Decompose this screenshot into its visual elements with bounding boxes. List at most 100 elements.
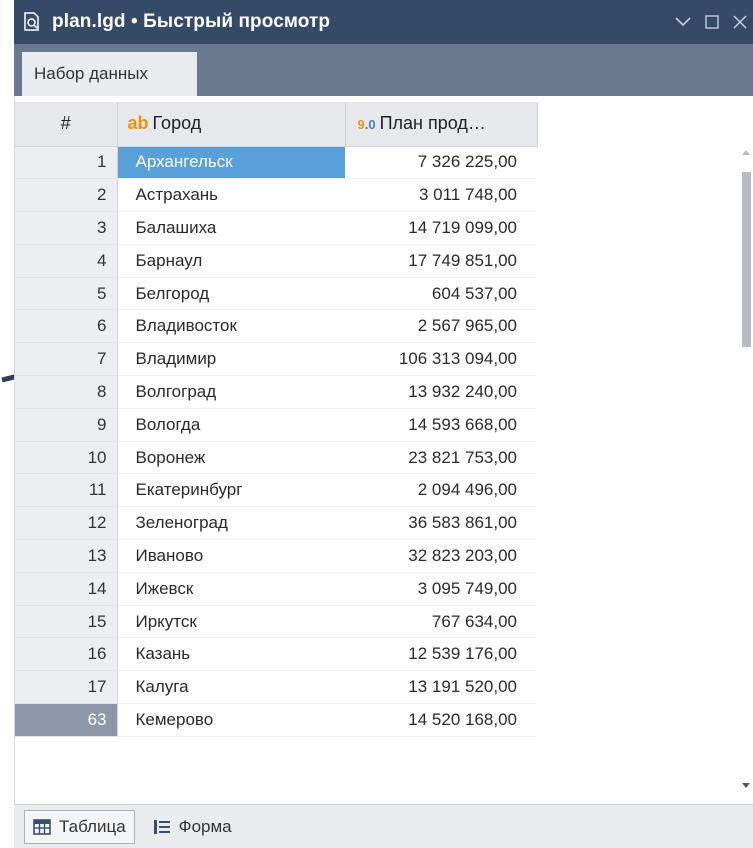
tab-table-view[interactable]: Таблица [24, 809, 135, 844]
table-row[interactable]: 13 Иваново 32 823 203,00 [15, 539, 537, 573]
window-titlebar: plan.lgd • Быстрый просмотр [14, 0, 753, 44]
column-header-index[interactable]: # [15, 102, 118, 147]
row-index-cell[interactable]: 13 [15, 539, 118, 573]
row-index-cell[interactable]: 17 [15, 670, 118, 705]
plan-cell[interactable]: 106 313 094,00 [345, 342, 537, 377]
row-index-cell[interactable]: 10 [15, 441, 118, 475]
chevron-down-icon[interactable] [675, 17, 691, 27]
plan-cell[interactable]: 2 567 965,00 [345, 309, 537, 344]
city-cell[interactable]: Екатеринбург [117, 473, 345, 508]
city-cell[interactable]: Владивосток [117, 309, 345, 344]
city-cell[interactable]: Воронеж [117, 441, 345, 475]
table-row[interactable]: 9 Вологда 14 593 668,00 [15, 408, 537, 442]
plan-cell[interactable]: 7 326 225,00 [345, 146, 537, 180]
city-cell[interactable]: Архангельск [117, 146, 345, 180]
table-row[interactable]: 10 Воронеж 23 821 753,00 [15, 441, 537, 475]
table-row[interactable]: 2 Астрахань 3 011 748,00 [15, 178, 537, 213]
scroll-down-icon[interactable] [742, 783, 750, 788]
city-cell[interactable]: Астрахань [117, 178, 345, 213]
plan-cell[interactable]: 12 539 176,00 [345, 637, 537, 672]
plan-cell[interactable]: 14 593 668,00 [345, 408, 537, 442]
city-cell[interactable]: Волгоград [117, 375, 345, 409]
tab-dataset[interactable]: Набор данных [22, 50, 197, 96]
data-table: # ab Город 9.0 План прод… 1 Архангельск 7 32… [15, 102, 538, 737]
city-cell[interactable]: Ижевск [117, 572, 345, 606]
vertical-scrollbar[interactable] [739, 142, 753, 792]
quick-view-icon [24, 12, 39, 31]
row-index-cell[interactable]: 4 [15, 244, 118, 278]
plan-cell[interactable]: 32 823 203,00 [345, 539, 537, 573]
row-index-cell[interactable]: 12 [15, 506, 118, 541]
column-header-plan[interactable]: 9.0 План прод… [345, 102, 538, 147]
plan-cell[interactable]: 14 520 168,00 [345, 703, 537, 737]
table-row[interactable]: 5 Белгород 604 537,00 [15, 277, 537, 311]
table-row[interactable]: 6 Владивосток 2 567 965,00 [15, 309, 537, 344]
tab-form-view-label: Форма [178, 816, 232, 836]
table-row[interactable]: 14 Ижевск 3 095 749,00 [15, 572, 537, 606]
table-header-row: # ab Город 9.0 План прод… [15, 102, 538, 147]
row-index-cell[interactable]: 7 [15, 342, 118, 377]
plan-cell[interactable]: 3 095 749,00 [345, 572, 537, 606]
city-cell[interactable]: Белгород [117, 277, 345, 311]
row-index-cell[interactable]: 11 [15, 473, 118, 508]
row-index-cell[interactable]: 9 [15, 408, 118, 442]
plan-cell[interactable]: 23 821 753,00 [345, 441, 537, 475]
city-cell[interactable]: Вологда [117, 408, 345, 442]
city-cell[interactable]: Балашиха [117, 211, 345, 245]
plan-cell[interactable]: 14 719 099,00 [345, 211, 537, 245]
row-index-cell[interactable]: 6 [15, 309, 118, 344]
table-row[interactable]: 63 Кемерово 14 520 168,00 [15, 703, 537, 737]
view-switcher: Таблица Форма [14, 804, 753, 848]
row-index-cell[interactable]: 8 [15, 375, 118, 409]
number-type-icon: 9.0 [357, 117, 376, 133]
row-index-cell[interactable]: 2 [15, 178, 118, 213]
column-header-plan-label: План прод… [379, 113, 486, 134]
city-cell[interactable]: Кемерово [117, 703, 345, 737]
plan-cell[interactable]: 13 191 520,00 [345, 670, 537, 705]
plan-cell[interactable]: 3 011 748,00 [345, 178, 537, 213]
table-row[interactable]: 12 Зеленоград 36 583 861,00 [15, 506, 537, 541]
table-row[interactable]: 16 Казань 12 539 176,00 [15, 637, 537, 672]
table-row[interactable]: 8 Волгоград 13 932 240,00 [15, 375, 537, 409]
table-row[interactable]: 11 Екатеринбург 2 094 496,00 [15, 473, 537, 508]
plan-cell[interactable]: 604 537,00 [345, 277, 537, 311]
table-row[interactable]: 17 Калуга 13 191 520,00 [15, 670, 537, 705]
city-cell[interactable]: Барнаул [117, 244, 345, 278]
column-header-city-label: Город [152, 113, 202, 134]
form-icon [153, 819, 170, 834]
column-header-city[interactable]: ab Город [117, 102, 346, 147]
plan-cell[interactable]: 767 634,00 [345, 605, 537, 639]
city-cell[interactable]: Калуга [117, 670, 345, 705]
tab-form-view[interactable]: Форма [145, 810, 240, 844]
row-index-cell[interactable]: 1 [15, 146, 118, 180]
city-cell[interactable]: Иваново [117, 539, 345, 573]
row-index-cell[interactable]: 5 [15, 277, 118, 311]
data-grid: # ab Город 9.0 План прод… 1 Архангельск 7 32… [14, 96, 753, 804]
text-type-icon: ab [127, 113, 149, 134]
plan-cell[interactable]: 2 094 496,00 [345, 473, 537, 508]
table-row[interactable]: 15 Иркутск 767 634,00 [15, 605, 537, 639]
plan-cell[interactable]: 13 932 240,00 [345, 375, 537, 409]
row-index-cell[interactable]: 16 [15, 637, 118, 672]
city-cell[interactable]: Владимир [117, 342, 345, 377]
plan-cell[interactable]: 17 749 851,00 [345, 244, 537, 278]
plan-cell[interactable]: 36 583 861,00 [345, 506, 537, 541]
window-title: plan.lgd • Быстрый просмотр [52, 11, 331, 32]
city-cell[interactable]: Иркутск [117, 605, 345, 639]
close-icon[interactable] [733, 15, 747, 29]
table-row[interactable]: 4 Барнаул 17 749 851,00 [15, 244, 537, 278]
tab-bar: Набор данных [14, 44, 753, 96]
row-index-cell[interactable]: 14 [15, 572, 118, 606]
scroll-up-icon[interactable] [742, 150, 750, 155]
table-row[interactable]: 7 Владимир 106 313 094,00 [15, 342, 537, 377]
city-cell[interactable]: Казань [117, 637, 345, 672]
row-index-cell[interactable]: 63 [15, 703, 118, 737]
tab-table-view-label: Таблица [59, 816, 126, 836]
row-index-cell[interactable]: 3 [15, 211, 118, 245]
table-row[interactable]: 3 Балашиха 14 719 099,00 [15, 211, 537, 245]
row-index-cell[interactable]: 15 [15, 605, 118, 639]
table-row[interactable]: 1 Архангельск 7 326 225,00 [15, 146, 537, 180]
scroll-thumb[interactable] [742, 172, 751, 347]
city-cell[interactable]: Зеленоград [117, 506, 345, 541]
maximize-icon[interactable] [705, 15, 719, 29]
